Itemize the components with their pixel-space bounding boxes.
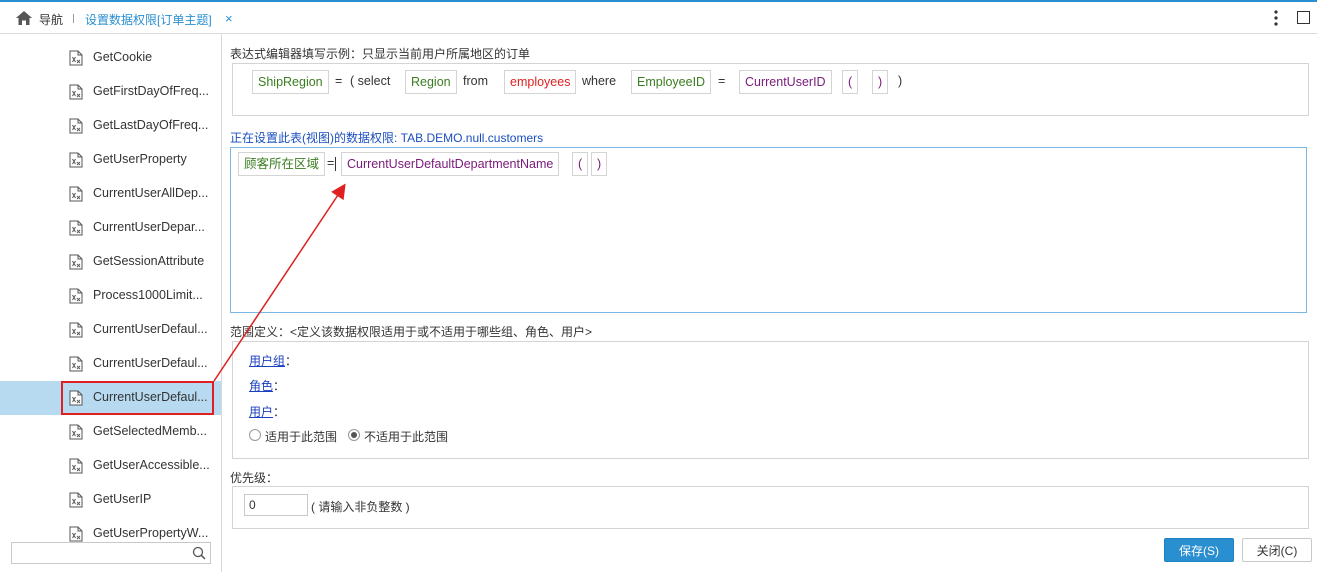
user-group-link[interactable]: 用户组 [249,352,285,369]
sidebar-function-item[interactable]: GetSelectedMemb... [0,415,221,449]
function-sidebar: GetCookie GetFirstDayOfFreq... GetLastDayO… [0,34,222,572]
sidebar-function-label: GetUserIP [93,492,152,506]
radio-not-apply-label[interactable]: 不适用于此范围 [364,428,448,445]
function-icon [69,288,83,304]
example-expression-box: ShipRegion = ( select Region from employ… [232,63,1309,116]
sidebar-function-label: CurrentUserDefaul... [93,356,208,370]
function-icon [69,492,83,508]
search-icon[interactable] [192,546,206,560]
sidebar-function-item[interactable]: GetUserIP [0,483,221,517]
editor-token-lparen[interactable]: ( [572,152,589,176]
function-icon [69,84,83,100]
function-icon [69,152,83,168]
function-icon [69,458,83,474]
user-group-colon: ： [285,354,298,368]
sidebar-function-item[interactable]: GetUserAccessible... [0,449,221,483]
role-link[interactable]: 角色 [249,377,273,394]
home-icon[interactable] [16,11,32,25]
editor-token-field[interactable]: 顾客所在区域 [238,152,326,176]
priority-box: ( 请输入非负整数 ) [232,486,1309,529]
editor-table-name: TAB.DEMO.null.customers [400,131,544,145]
function-icon [69,356,83,372]
priority-label: 优先级： [230,471,279,485]
sidebar-function-item[interactable]: Process1000Limit... [0,279,221,313]
sidebar-function-label: GetUserAccessible... [93,458,210,472]
editor-target-label: 正在设置此表(视图)的数据权限: TAB.DEMO.null.customers [230,129,543,146]
editor-label-prefix: 正在设置此表(视图)的数据权限: [230,131,401,145]
token-rparen: ) [872,70,889,94]
sidebar-function-label: GetSessionAttribute [93,254,205,268]
editor-token-rparen[interactable]: ) [591,152,608,176]
divider [73,14,74,23]
radio-apply-scope[interactable] [249,429,261,441]
token-where: where [582,74,617,88]
function-icon [69,254,83,270]
sidebar-function-item[interactable]: GetCookie [0,41,221,75]
sidebar-function-label: GetUserPropertyW... [93,526,209,540]
user-colon: ： [273,405,286,419]
text-caret [335,157,336,171]
sidebar-function-item[interactable]: CurrentUserDepar... [0,211,221,245]
sidebar-function-item[interactable]: GetLastDayOfFreq... [0,109,221,143]
function-icon [69,186,83,202]
tab-title[interactable]: 设置数据权限[订单主题] [85,11,212,28]
maximize-icon[interactable] [1297,11,1310,24]
sidebar-function-label: Process1000Limit... [93,288,203,302]
token-employeeid: EmployeeID [631,70,712,94]
token-lparen: ( [842,70,859,94]
sidebar-function-label: GetSelectedMemb... [93,424,207,438]
sidebar-function-item[interactable]: CurrentUserDefaul... [0,347,221,381]
save-button[interactable]: 保存(S) [1164,538,1234,562]
token-region: Region [405,70,457,94]
close-button[interactable]: 关闭(C) [1242,538,1312,562]
more-vertical-icon[interactable] [1273,10,1279,26]
scope-label: 范围定义：<定义该数据权限适用于或不适用于哪些组、角色、用户> [230,325,593,339]
function-icon [69,50,83,66]
token-equals-2: = [718,74,726,88]
function-icon [69,322,83,338]
function-icon [69,118,83,134]
nav-label[interactable]: 导航 [39,11,63,28]
editor-token-equals[interactable]: = [327,152,334,176]
function-icon [69,526,83,542]
top-bar: 导航 设置数据权限[订单主题] × [0,0,1317,34]
token-close-paren: ) [898,74,903,88]
user-link[interactable]: 用户 [249,403,273,420]
sidebar-function-label: CurrentUserDefaul... [93,322,208,336]
radio-not-apply-scope[interactable] [348,429,360,441]
sidebar-function-item[interactable]: CurrentUserDefaul... [0,381,221,415]
token-open-select: ( select [350,74,391,88]
expression-editor[interactable]: 顾客所在区域 = CurrentUserDefaultDepartmentNam… [230,147,1307,313]
tab-close-icon[interactable]: × [225,11,233,26]
role-colon: ： [273,379,286,393]
example-label: 表达式编辑器填写示例：只显示当前用户所属地区的订单 [230,47,531,61]
token-from: from [463,74,488,88]
sidebar-function-label: GetLastDayOfFreq... [93,118,209,132]
priority-hint: ( 请输入非负整数 ) [311,500,410,514]
sidebar-function-item[interactable]: CurrentUserAllDep... [0,177,221,211]
function-icon [69,424,83,440]
selection-highlight [61,381,214,415]
sidebar-function-label: CurrentUserAllDep... [93,186,209,200]
sidebar-function-label: CurrentUserDepar... [93,220,205,234]
function-icon [69,220,83,236]
token-equals: = [335,74,343,88]
sidebar-function-label: GetCookie [93,50,153,64]
priority-input[interactable] [244,494,308,516]
scope-box: 用户组 ： 角色 ： 用户 ： 适用于此范围 不适用于此范围 [232,341,1309,459]
token-shipregion: ShipRegion [252,70,329,94]
sidebar-function-label: GetFirstDayOfFreq... [93,84,209,98]
sidebar-search-input[interactable] [11,542,211,564]
sidebar-function-item[interactable]: GetFirstDayOfFreq... [0,75,221,109]
sidebar-function-item[interactable]: GetSessionAttribute [0,245,221,279]
token-employees: employees [504,70,577,94]
sidebar-function-item[interactable]: CurrentUserDefaul... [0,313,221,347]
token-currentuserid: CurrentUserID [739,70,832,94]
sidebar-function-label: GetUserProperty [93,152,187,166]
editor-token-function[interactable]: CurrentUserDefaultDepartmentName [341,152,560,176]
radio-apply-label[interactable]: 适用于此范围 [265,428,337,445]
sidebar-function-item[interactable]: GetUserProperty [0,143,221,177]
